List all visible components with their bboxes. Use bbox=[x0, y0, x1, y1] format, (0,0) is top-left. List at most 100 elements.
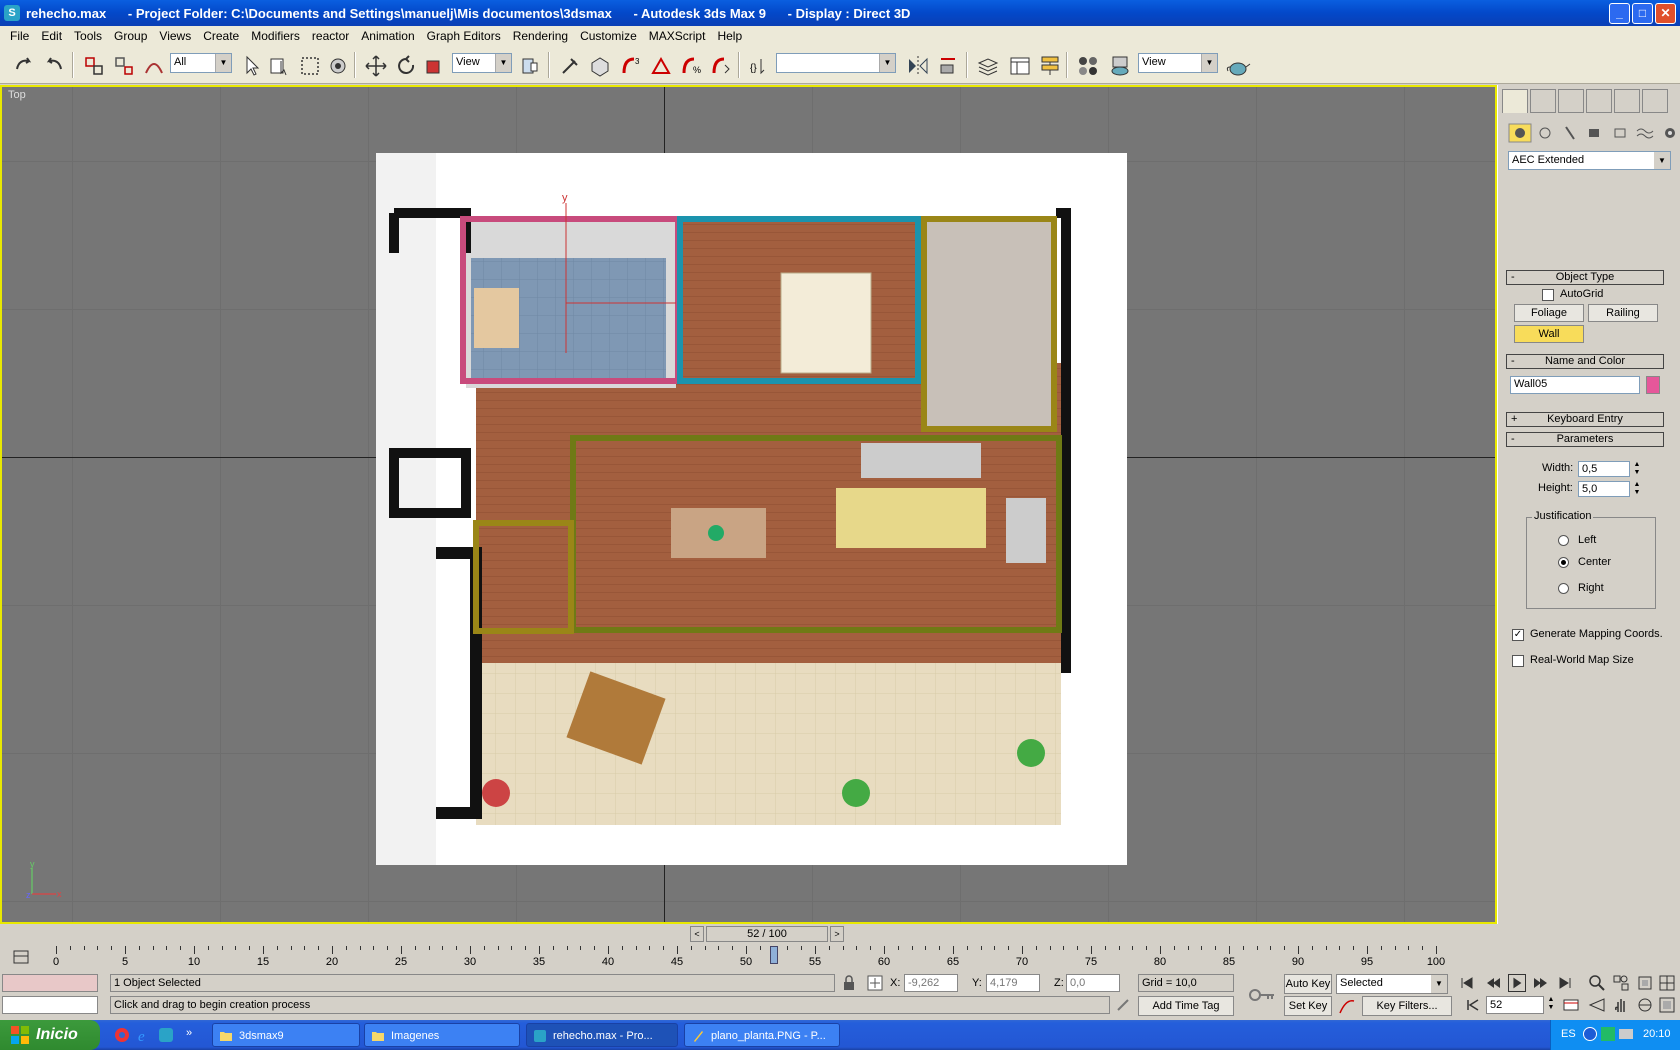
menu-group[interactable]: Group bbox=[108, 29, 153, 43]
play-icon[interactable] bbox=[1508, 974, 1526, 992]
railing-button[interactable]: Railing bbox=[1588, 304, 1658, 322]
zoom-all-icon[interactable] bbox=[1612, 974, 1630, 992]
floor-plan-image[interactable]: y bbox=[376, 153, 1127, 865]
space-warps-icon[interactable] bbox=[1633, 123, 1657, 143]
motion-tab-icon[interactable] bbox=[1586, 89, 1612, 113]
object-type-rollout[interactable]: - Object Type bbox=[1506, 270, 1664, 285]
material-editor-icon[interactable] bbox=[1074, 52, 1100, 78]
geometry-icon[interactable] bbox=[1508, 123, 1532, 143]
named-selection-sets-dropdown[interactable]: ▼ bbox=[776, 53, 896, 73]
zoom-extents-all-icon[interactable] bbox=[1658, 974, 1676, 992]
default-tangent-icon[interactable] bbox=[1338, 997, 1356, 1015]
ie-quicklaunch-icon[interactable]: e bbox=[136, 1027, 152, 1045]
menu-views[interactable]: Views bbox=[153, 29, 197, 43]
object-category-dropdown[interactable]: AEC Extended ▼ bbox=[1508, 151, 1671, 170]
object-color-swatch[interactable] bbox=[1646, 376, 1660, 394]
time-tag-icon[interactable] bbox=[1114, 996, 1132, 1014]
chrome-quicklaunch-icon[interactable] bbox=[114, 1027, 130, 1043]
start-button[interactable]: Inicio bbox=[0, 1020, 100, 1050]
width-spinner-arrows[interactable]: ▲ ▼ bbox=[1632, 461, 1642, 477]
rectangular-selection-icon[interactable] bbox=[296, 52, 322, 78]
select-link-icon[interactable] bbox=[80, 52, 106, 78]
key-filters-button[interactable]: Key Filters... bbox=[1362, 996, 1452, 1016]
lights-icon[interactable] bbox=[1558, 123, 1582, 143]
frame-display[interactable]: 52 / 100 bbox=[706, 926, 828, 942]
menu-create[interactable]: Create bbox=[197, 29, 245, 43]
absolute-mode-icon[interactable] bbox=[866, 974, 884, 992]
maxscript-input-mini[interactable] bbox=[2, 996, 98, 1014]
selection-filter-dropdown[interactable]: All ▼ bbox=[170, 53, 232, 73]
close-button[interactable]: ✕ bbox=[1655, 3, 1676, 24]
minimize-button[interactable]: _ bbox=[1609, 3, 1630, 24]
select-by-name-icon[interactable] bbox=[266, 52, 292, 78]
viewport-label[interactable]: Top bbox=[8, 89, 26, 101]
mirror-icon[interactable] bbox=[904, 52, 930, 78]
select-manipulate-icon[interactable] bbox=[556, 52, 582, 78]
bind-space-warp-icon[interactable] bbox=[140, 52, 166, 78]
arc-rotate-icon[interactable] bbox=[1636, 996, 1654, 1014]
width-spinner[interactable]: 0,5 bbox=[1578, 461, 1630, 477]
wall-button[interactable]: Wall bbox=[1514, 325, 1584, 343]
time-slider[interactable]: < 52 / 100 > bbox=[0, 924, 1497, 944]
set-key-button[interactable]: Set Key bbox=[1284, 996, 1332, 1016]
utilities-tab-icon[interactable] bbox=[1642, 89, 1668, 113]
bluetooth-icon[interactable] bbox=[1583, 1027, 1597, 1041]
network-icon[interactable] bbox=[1601, 1027, 1615, 1041]
add-time-tag-button[interactable]: Add Time Tag bbox=[1138, 996, 1234, 1016]
quicklaunch-expand-icon[interactable]: » bbox=[186, 1027, 202, 1043]
menu-tools[interactable]: Tools bbox=[68, 29, 108, 43]
create-tab-icon[interactable] bbox=[1502, 89, 1528, 113]
keyboard-entry-rollout[interactable]: + Keyboard Entry bbox=[1506, 412, 1664, 427]
menu-help[interactable]: Help bbox=[711, 29, 748, 43]
shapes-icon[interactable] bbox=[1533, 123, 1557, 143]
previous-frame-icon[interactable] bbox=[1484, 974, 1502, 992]
3dsmax-app-icon[interactable]: S bbox=[4, 5, 20, 21]
zoom-icon[interactable] bbox=[1588, 974, 1606, 992]
window-crossing-icon[interactable] bbox=[324, 52, 350, 78]
pan-view-icon[interactable] bbox=[1612, 996, 1630, 1014]
justify-left-radio[interactable] bbox=[1558, 535, 1569, 546]
key-mode-dropdown[interactable]: Selected ▼ bbox=[1336, 974, 1448, 994]
menu-file[interactable]: File bbox=[4, 29, 35, 43]
x-coord-field[interactable]: -9,262 bbox=[904, 974, 958, 992]
lock-icon[interactable] bbox=[840, 974, 858, 992]
task-plano-planta-paint[interactable]: plano_planta.PNG - P... bbox=[684, 1023, 840, 1047]
scale-icon[interactable] bbox=[420, 52, 446, 78]
volume-icon[interactable] bbox=[1619, 1029, 1633, 1039]
z-coord-field[interactable]: 0,0 bbox=[1066, 974, 1120, 992]
task-3dsmax9-folder[interactable]: 3dsmax9 bbox=[212, 1023, 360, 1047]
render-scene-dialog-icon[interactable] bbox=[1106, 52, 1132, 78]
key-mode-toggle-icon[interactable] bbox=[1464, 996, 1482, 1014]
systems-icon[interactable] bbox=[1658, 123, 1680, 143]
time-configuration-icon[interactable] bbox=[1562, 996, 1580, 1014]
maximize-viewport-icon[interactable] bbox=[1658, 996, 1676, 1014]
menu-reactor[interactable]: reactor bbox=[306, 29, 355, 43]
display-tab-icon[interactable] bbox=[1614, 89, 1640, 113]
next-frame-icon[interactable] bbox=[1532, 974, 1550, 992]
menu-customize[interactable]: Customize bbox=[574, 29, 643, 43]
maxscript-listener-mini[interactable] bbox=[2, 974, 98, 992]
generate-mapping-checkbox[interactable]: ✓ bbox=[1512, 629, 1524, 641]
modify-tab-icon[interactable] bbox=[1530, 89, 1556, 113]
cameras-icon[interactable] bbox=[1583, 123, 1607, 143]
track-bar[interactable]: 0 5 10 15 20 25 30 35 40 45 50 55 60 65 70 75 80 85 90 95 10… bbox=[0, 944, 1497, 972]
menu-modifiers[interactable]: Modifiers bbox=[245, 29, 306, 43]
edit-named-selection-icon[interactable]: {} bbox=[746, 52, 772, 78]
mini-curve-editor-icon[interactable] bbox=[12, 948, 30, 966]
menu-animation[interactable]: Animation bbox=[355, 29, 420, 43]
unlink-icon[interactable] bbox=[110, 52, 136, 78]
menu-rendering[interactable]: Rendering bbox=[507, 29, 574, 43]
object-name-field[interactable]: Wall05 bbox=[1510, 376, 1640, 394]
autogrid-checkbox[interactable] bbox=[1542, 289, 1554, 301]
field-of-view-icon[interactable] bbox=[1588, 996, 1606, 1014]
reference-coordinate-dropdown[interactable]: View ▼ bbox=[452, 53, 512, 73]
spinner-snap-icon[interactable] bbox=[708, 52, 734, 78]
next-frame-arrow[interactable]: > bbox=[830, 926, 844, 942]
name-and-color-rollout[interactable]: - Name and Color bbox=[1506, 354, 1664, 369]
align-icon[interactable] bbox=[934, 52, 960, 78]
parameters-rollout[interactable]: - Parameters bbox=[1506, 432, 1664, 447]
top-viewport[interactable]: Top y y x z bbox=[0, 85, 1497, 924]
layer-manager-icon[interactable] bbox=[974, 52, 1000, 78]
foliage-button[interactable]: Foliage bbox=[1514, 304, 1584, 322]
set-key-key-icon[interactable] bbox=[1248, 986, 1276, 1004]
